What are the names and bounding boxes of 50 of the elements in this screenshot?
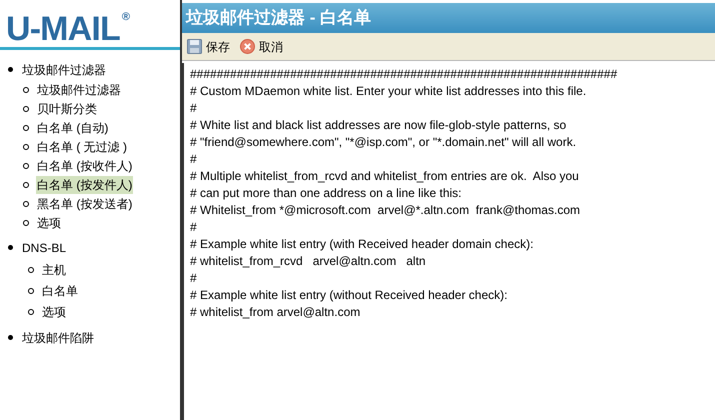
text-line: ################################################################ — [190, 66, 618, 83]
text-line: # Example white list entry (without Received header check): — [190, 287, 508, 304]
sidebar-item[interactable]: DNS-BL — [21, 238, 68, 256]
sidebar-item[interactable]: 垃圾邮件过滤器 — [36, 80, 122, 98]
text-line: # White list and black list addresses are now file-glob-style patterns, so — [190, 117, 566, 134]
bullet-icon — [28, 266, 34, 272]
bullet-icon — [28, 288, 34, 294]
text-line: # — [190, 100, 197, 117]
text-line: # whitelist_from_rcvd arvel@altn.com altn — [190, 253, 426, 270]
sidebar-item[interactable]: 选项 — [41, 302, 67, 320]
text-line: # — [190, 270, 197, 287]
cancel-button[interactable]: 取消 — [239, 38, 284, 56]
text-line: # Multiple whitelist_from_rcvd and whitelist_from entries are ok. Also you — [190, 168, 579, 185]
logo: U-MAIL — [6, 12, 120, 46]
sidebar-item[interactable]: 垃圾邮件陷阱 — [21, 328, 95, 346]
text-line: # whitelist_from arvel@altn.com — [190, 304, 360, 321]
bullet-icon — [23, 144, 29, 150]
cancel-icon — [240, 39, 255, 54]
sidebar-item[interactable]: 白名单 — [41, 282, 79, 300]
sidebar-item[interactable]: 白名单 ( 无过滤 ) — [36, 138, 128, 156]
bullet-icon — [23, 86, 29, 92]
text-line: # — [190, 219, 197, 236]
sidebar-item[interactable]: 选项 — [36, 214, 62, 232]
sidebar-item[interactable]: 贝叶斯分类 — [36, 100, 98, 118]
bullet-icon — [8, 335, 13, 340]
sidebar-item[interactable]: 黑名单 (按发送者) — [36, 194, 134, 212]
sidebar-item[interactable]: 白名单 (按发件人) — [36, 176, 134, 194]
bullet-icon — [23, 200, 29, 206]
bullet-icon — [23, 124, 29, 130]
save-icon — [187, 39, 202, 54]
registered-mark: ® — [122, 12, 130, 23]
bullet-icon — [28, 308, 34, 314]
bullet-icon — [23, 162, 29, 168]
bullet-icon — [23, 220, 29, 226]
bullet-icon — [23, 106, 29, 112]
sidebar-item[interactable]: 垃圾邮件过滤器 — [21, 60, 107, 78]
sidebar-item[interactable]: 白名单 (按收件人) — [36, 156, 134, 174]
bullet-icon — [8, 245, 13, 250]
text-line: # Whitelist_from *@microsoft.com arvel@*.altn.com frank@thomas.com — [190, 202, 580, 219]
sidebar-item[interactable]: 白名单 (自动) — [36, 118, 110, 136]
text-line: # "friend@somewhere.com", "*@isp.com", or "*.domain.net" will all work. — [190, 134, 576, 151]
save-button[interactable]: 保存 — [186, 38, 231, 56]
page-title: 垃圾邮件过滤器 - 白名单 — [182, 3, 715, 33]
text-line: # — [190, 151, 197, 168]
bullet-icon — [23, 182, 29, 188]
text-line: # can put more than one address on a line like this: — [190, 185, 462, 202]
bullet-icon — [8, 67, 13, 72]
text-line: # Example white list entry (with Received header domain check): — [190, 236, 534, 253]
sidebar-item[interactable]: 主机 — [41, 260, 67, 278]
text-line: # Custom MDaemon white list. Enter your white list addresses into this file. — [190, 83, 586, 100]
